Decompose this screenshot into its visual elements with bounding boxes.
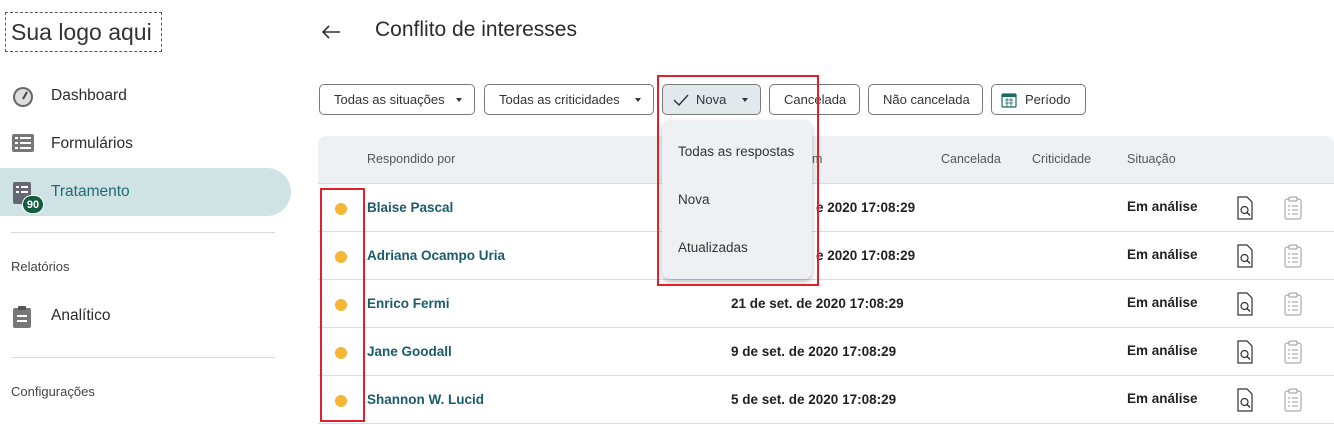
column-respondido-por[interactable]: Respondido por — [367, 152, 455, 166]
status-text: Em análise — [1127, 391, 1198, 406]
sidebar-item-label: Tratamento — [51, 183, 130, 200]
logo-placeholder: Sua logo aqui — [5, 12, 162, 52]
sidebar-divider — [11, 357, 275, 358]
sidebar-item-label: Formulários — [51, 135, 133, 152]
clipboard-list-icon[interactable] — [1283, 196, 1303, 220]
highlight-box-dropdown — [657, 75, 819, 286]
clipboard-icon — [12, 306, 34, 328]
caret-down-icon — [456, 98, 462, 102]
respondent-name[interactable]: Jane Goodall — [367, 344, 452, 359]
response-date: 9 de set. de 2020 17:08:29 — [731, 344, 897, 359]
status-text: Em análise — [1127, 247, 1198, 262]
response-date: e 2020 17:08:29 — [816, 248, 916, 263]
count-badge: 90 — [22, 195, 44, 214]
sidebar-item-label: Analítico — [51, 307, 111, 324]
view-document-icon[interactable] — [1235, 340, 1255, 364]
section-title-relatorios: Relatórios — [11, 259, 70, 274]
nao-cancelada-filter[interactable]: Não cancelada — [868, 84, 983, 115]
highlight-box-status-dots — [320, 188, 365, 422]
filter-label: Todas as situações — [334, 92, 445, 107]
clipboard-list-icon[interactable] — [1283, 244, 1303, 268]
filter-label: Período — [1025, 92, 1071, 107]
responses-table: Respondido por m Cancelada Criticidade S… — [318, 136, 1334, 424]
response-date: 21 de set. de 2020 17:08:29 — [731, 296, 904, 311]
sidebar-divider — [11, 232, 275, 233]
gauge-icon — [12, 86, 34, 107]
view-document-icon[interactable] — [1235, 292, 1255, 316]
sidebar-item-tratamento[interactable]: 90 Tratamento — [0, 168, 291, 216]
sidebar-item-label: Dashboard — [51, 87, 127, 104]
situacoes-filter[interactable]: Todas as situações — [319, 84, 475, 115]
clipboard-list-icon[interactable] — [1283, 292, 1303, 316]
back-arrow-icon[interactable] — [319, 20, 343, 44]
caret-down-icon — [635, 98, 641, 102]
clipboard-list-icon[interactable] — [1283, 388, 1303, 412]
status-text: Em análise — [1127, 199, 1198, 214]
sidebar-item-formularios[interactable]: Formulários — [0, 120, 291, 168]
view-document-icon[interactable] — [1235, 196, 1255, 220]
sidebar-item-analitico[interactable]: Analítico — [0, 292, 291, 340]
table-header: Respondido por m Cancelada Criticidade S… — [318, 136, 1334, 184]
column-situacao[interactable]: Situação — [1127, 152, 1176, 166]
response-date: e 2020 17:08:29 — [816, 200, 916, 215]
column-cancelada[interactable]: Cancelada — [941, 152, 1001, 166]
respondent-name[interactable]: Adriana Ocampo Uria — [367, 248, 505, 263]
status-text: Em análise — [1127, 343, 1198, 358]
table-row[interactable]: Adriana Ocampo Uria e 2020 17:08:29 Em a… — [318, 232, 1334, 280]
clipboard-list-icon[interactable] — [1283, 340, 1303, 364]
column-criticidade[interactable]: Criticidade — [1032, 152, 1091, 166]
periodo-filter[interactable]: Período — [991, 84, 1086, 115]
section-title-configuracoes[interactable]: Configurações — [11, 384, 95, 399]
filter-label: Não cancelada — [883, 92, 970, 107]
calendar-icon — [1001, 92, 1017, 108]
list-icon — [12, 134, 34, 154]
respondent-name[interactable]: Blaise Pascal — [367, 200, 453, 215]
view-document-icon[interactable] — [1235, 244, 1255, 268]
respondent-name[interactable]: Enrico Fermi — [367, 296, 450, 311]
table-row[interactable]: Shannon W. Lucid 5 de set. de 2020 17:08… — [318, 376, 1334, 424]
page-title: Conflito de interesses — [375, 18, 577, 41]
status-text: Em análise — [1127, 295, 1198, 310]
respondent-name[interactable]: Shannon W. Lucid — [367, 392, 484, 407]
table-row[interactable]: Enrico Fermi 21 de set. de 2020 17:08:29… — [318, 280, 1334, 328]
table-row[interactable]: Blaise Pascal e 2020 17:08:29 Em análise — [318, 184, 1334, 232]
table-row[interactable]: Jane Goodall 9 de set. de 2020 17:08:29 … — [318, 328, 1334, 376]
sidebar-item-dashboard[interactable]: Dashboard — [0, 72, 291, 120]
response-date: 5 de set. de 2020 17:08:29 — [731, 392, 897, 407]
filter-label: Todas as criticidades — [499, 92, 620, 107]
sidebar: Sua logo aqui Dashboard Formulários 90 T… — [0, 0, 300, 425]
view-document-icon[interactable] — [1235, 388, 1255, 412]
criticidades-filter[interactable]: Todas as criticidades — [484, 84, 654, 115]
